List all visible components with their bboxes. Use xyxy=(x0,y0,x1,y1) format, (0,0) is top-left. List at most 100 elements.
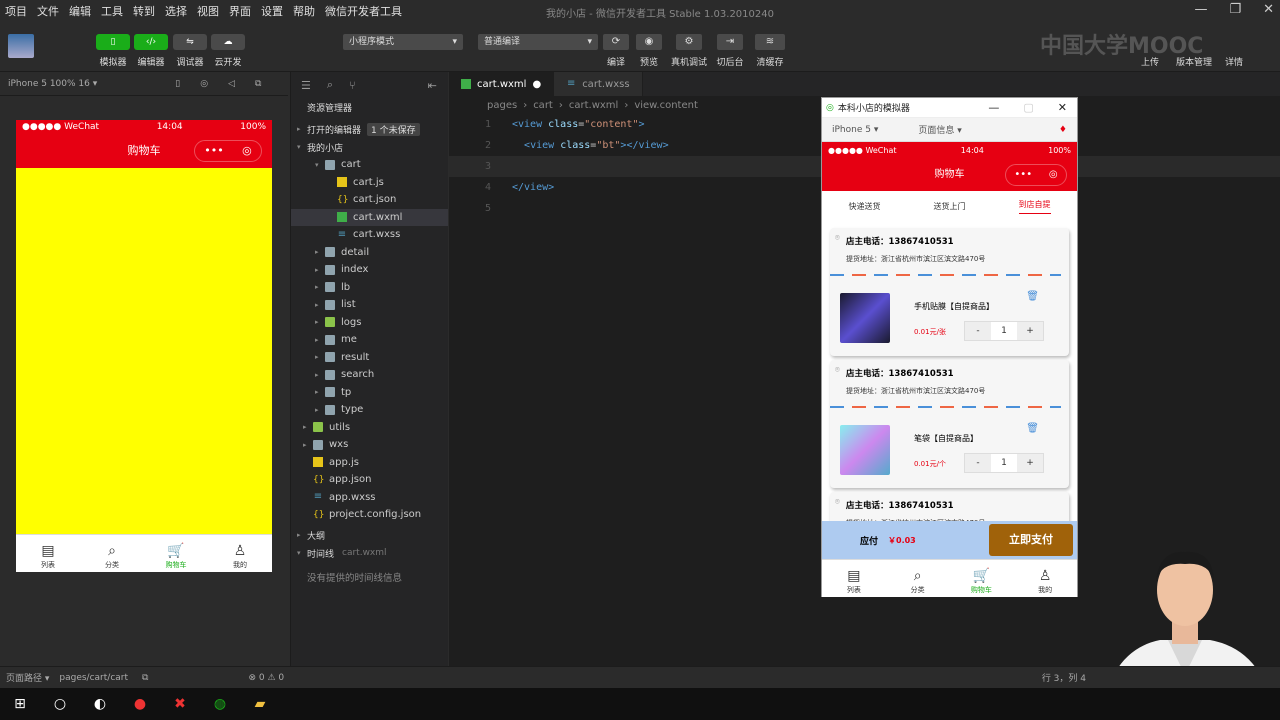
file-tree-item[interactable]: ▸ type xyxy=(291,401,448,419)
menu-item[interactable]: 项目 xyxy=(0,3,32,19)
backend-button[interactable]: ⇥ xyxy=(717,34,743,50)
close-icon[interactable]: ✕ xyxy=(1263,2,1274,17)
menu-item[interactable]: 选择 xyxy=(160,3,192,19)
file-tree-item[interactable]: ▸ search xyxy=(291,366,448,384)
modified-dot-icon[interactable]: ● xyxy=(532,79,541,90)
simulator-toggle[interactable]: ▯ xyxy=(96,34,130,50)
product-image[interactable] xyxy=(840,293,890,343)
file-tree-item[interactable]: {} cart.json xyxy=(291,191,448,209)
menu-item[interactable]: 微信开发者工具 xyxy=(320,3,407,19)
plus-button[interactable]: + xyxy=(1017,454,1043,472)
file-tree-item[interactable]: {} app.json xyxy=(291,471,448,489)
device-select[interactable]: iPhone 5 ▾ xyxy=(832,125,878,135)
file-tree-item[interactable]: ≡ cart.wxss xyxy=(291,226,448,244)
more-icon[interactable]: ••• xyxy=(204,140,223,162)
tab-cart[interactable]: 🛒 购物车 xyxy=(956,567,1006,595)
menu-item[interactable]: 帮助 xyxy=(288,3,320,19)
file-tree-item[interactable]: ▸ detail xyxy=(291,244,448,262)
files-icon[interactable]: ☰ xyxy=(301,79,311,92)
more-icon[interactable]: ••• xyxy=(1014,164,1032,186)
file-tree-item[interactable]: ▸ result xyxy=(291,349,448,367)
tab-list[interactable]: ▤ 列表 xyxy=(23,542,73,570)
cloud-toggle[interactable]: ☁ xyxy=(211,34,245,50)
file-tree-item[interactable]: ▾ cart xyxy=(291,156,448,174)
clear-cache-button[interactable]: ≋ xyxy=(755,34,785,50)
menu-item[interactable]: 编辑 xyxy=(64,3,96,19)
minimize-icon[interactable]: — xyxy=(988,101,999,114)
shipping-tab[interactable]: 送货上门 xyxy=(934,201,966,212)
file-tree-item[interactable]: app.js xyxy=(291,454,448,472)
file-tree-item[interactable]: ▸ wxs xyxy=(291,436,448,454)
minus-button[interactable]: - xyxy=(965,322,991,340)
windows-start-icon[interactable]: ⊞ xyxy=(0,688,40,720)
code-line[interactable]: 5 xyxy=(449,198,819,219)
minus-button[interactable]: - xyxy=(965,454,991,472)
file-tree-item[interactable]: ▸ logs xyxy=(291,314,448,332)
chrome-icon[interactable]: ● xyxy=(120,688,160,720)
close-target-icon[interactable]: ◎ xyxy=(1049,164,1058,186)
minimize-icon[interactable]: — xyxy=(1194,2,1207,17)
open-editors-section[interactable]: ▸ 打开的编辑器 1 个未保存 xyxy=(291,120,448,138)
file-explorer-icon[interactable]: ▰ xyxy=(240,688,280,720)
code-line[interactable]: 2 <view class="bt"></view> xyxy=(449,135,819,156)
device-select[interactable]: iPhone 5 100% 16 ▾ xyxy=(8,79,97,89)
tab-user[interactable]: ♙ 我的 xyxy=(1020,567,1070,595)
tab-category[interactable]: ⌕ 分类 xyxy=(893,567,943,595)
file-tree-item[interactable]: ▸ index xyxy=(291,261,448,279)
preview-button[interactable]: ◉ xyxy=(636,34,662,50)
close-target-icon[interactable]: ◎ xyxy=(242,140,252,162)
capsule-menu[interactable]: ••• ◎ xyxy=(1005,164,1067,186)
tab-category[interactable]: ⌕ 分类 xyxy=(87,542,137,570)
file-tree-item[interactable]: cart.js xyxy=(291,174,448,192)
shipping-tab[interactable]: 到店自提 xyxy=(1018,199,1051,214)
file-tree-item[interactable]: {}sitemap.json xyxy=(291,524,448,525)
mode-select[interactable]: 小程序模式 ▾ xyxy=(343,34,463,50)
file-tree-item[interactable]: ≡ app.wxss xyxy=(291,489,448,507)
simulator-tools[interactable]: ▯◎◁⧉ xyxy=(175,79,281,89)
menu-item[interactable]: 工具 xyxy=(96,3,128,19)
compile-button[interactable]: ⟳ xyxy=(603,34,629,50)
copy-icon[interactable]: ⧉ xyxy=(142,673,148,683)
breadcrumb-item[interactable]: pages xyxy=(487,100,517,111)
breadcrumb-item[interactable]: view.content xyxy=(634,100,698,111)
tab-list[interactable]: ▤ 列表 xyxy=(829,567,879,595)
debugger-toggle[interactable]: ⇋ xyxy=(173,34,207,50)
trash-icon[interactable]: 🗑 xyxy=(1026,423,1039,434)
file-tree-item[interactable]: {} project.config.json xyxy=(291,506,448,524)
editor-toggle[interactable]: ‹/› xyxy=(134,34,168,50)
breadcrumb-item[interactable]: cart.wxml xyxy=(569,100,618,111)
maximize-icon[interactable]: ▢ xyxy=(1023,101,1033,114)
close-icon[interactable]: ✕ xyxy=(1058,101,1067,114)
file-tree-item[interactable]: cart.wxml xyxy=(291,208,448,226)
editor-tab[interactable]: cart.wxml ● xyxy=(449,72,555,96)
trash-icon[interactable]: 🗑 xyxy=(1026,291,1039,302)
shipping-tab[interactable]: 快递送货 xyxy=(849,201,881,212)
editor-tab[interactable]: ≡ cart.wxss xyxy=(554,72,643,96)
menu-item[interactable]: 设置 xyxy=(256,3,288,19)
menu-item[interactable]: 视图 xyxy=(192,3,224,19)
menu-item[interactable]: 转到 xyxy=(128,3,160,19)
debug-icon[interactable]: ♦ xyxy=(1059,125,1067,135)
collapse-icon[interactable]: ⇤ xyxy=(428,79,437,92)
cortana-icon[interactable]: ○ xyxy=(40,688,80,720)
project-section[interactable]: ▾ 我的小店 xyxy=(291,138,448,156)
compile-select[interactable]: 普通编译 ▾ xyxy=(478,34,598,50)
maximize-icon[interactable]: ❐ xyxy=(1229,2,1241,17)
file-tree-item[interactable]: ▸ tp xyxy=(291,384,448,402)
file-tree-item[interactable]: ▸ lb xyxy=(291,279,448,297)
avatar[interactable] xyxy=(8,34,34,58)
wechat-devtools-icon[interactable]: ◍ xyxy=(200,688,240,720)
search-icon[interactable]: ⌕ xyxy=(327,78,333,92)
code-line[interactable]: 1 <view class="content"> xyxy=(449,114,819,135)
path-label[interactable]: 页面路径 ▾ xyxy=(6,671,49,684)
tab-cart[interactable]: 🛒 购物车 xyxy=(151,542,201,570)
file-tree-item[interactable]: ▸ me xyxy=(291,331,448,349)
pay-button[interactable]: 立即支付 xyxy=(989,524,1073,556)
outline-section[interactable]: ▸ 大纲 xyxy=(291,526,448,544)
menu-item[interactable]: 界面 xyxy=(224,3,256,19)
real-debug-button[interactable]: ⚙ xyxy=(676,34,702,50)
timeline-section[interactable]: ▾ 时间线 cart.wxml xyxy=(291,544,448,562)
breadcrumb-item[interactable]: cart xyxy=(533,100,553,111)
page-info-select[interactable]: 页面信息 ▾ xyxy=(918,123,961,136)
phone-screen[interactable]: ●●●●● WeChat 14:04 100% 购物车 ••• ◎ ▤ 列表 ⌕ 分类 🛒… xyxy=(16,120,272,572)
